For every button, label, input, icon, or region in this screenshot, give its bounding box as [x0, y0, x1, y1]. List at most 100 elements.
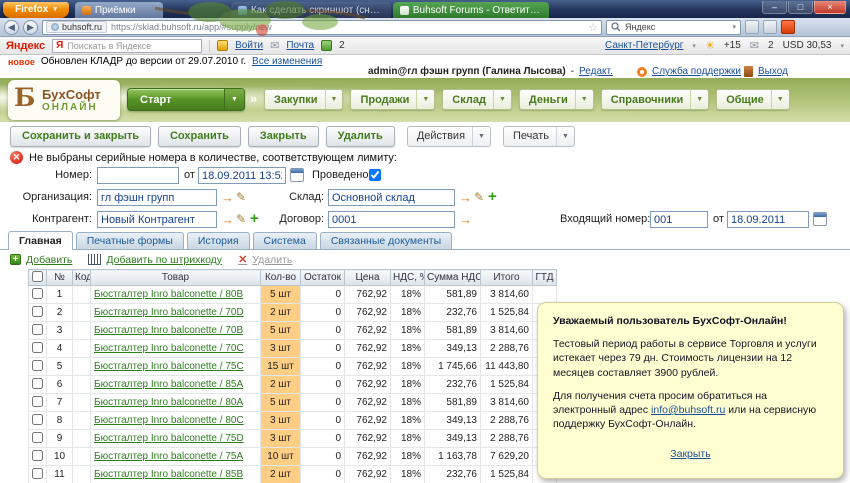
back-button[interactable]: ◀: [4, 20, 19, 35]
menu-item-money[interactable]: Деньги ▼: [519, 89, 594, 110]
row-qty[interactable]: 2 шт: [261, 376, 301, 394]
col-gtd[interactable]: ГТД: [533, 270, 557, 286]
row-select-cell[interactable]: [29, 304, 47, 322]
yandex-service-icon[interactable]: [321, 40, 332, 51]
save-button[interactable]: Сохранить: [158, 126, 241, 147]
product-link[interactable]: Бюстгалтер Inro balconette / 80B: [94, 289, 243, 300]
incoming-date-input[interactable]: [727, 211, 809, 228]
edit-account-link[interactable]: Редакт.: [579, 66, 613, 77]
menu-item-purchases[interactable]: Закупки ▼: [264, 89, 343, 110]
site-identity-button[interactable]: buhsoft.ru: [46, 21, 107, 33]
buhsoft-logo[interactable]: Б БухСофт ОНЛАЙН: [8, 80, 120, 120]
open-reference-icon[interactable]: →: [221, 189, 234, 206]
all-changes-link[interactable]: Все изменения: [252, 56, 322, 67]
minimize-button[interactable]: –: [762, 1, 787, 14]
add-icon[interactable]: +: [488, 187, 497, 206]
row-checkbox[interactable]: [32, 432, 43, 443]
open-reference-icon[interactable]: →: [459, 189, 472, 206]
close-notification-link[interactable]: Закрыть: [553, 447, 828, 461]
address-bar[interactable]: buhsoft.ru https://sklad.buhsoft.ru/app/…: [42, 20, 602, 35]
product-link[interactable]: Бюстгалтер Inro balconette / 70C: [94, 343, 244, 354]
tab-history[interactable]: История: [187, 232, 250, 249]
browser-tab-screenshot[interactable]: Как сделать скриншот (снимок экр...: [231, 2, 391, 18]
row-qty[interactable]: 15 шт: [261, 358, 301, 376]
col-price[interactable]: Цена: [345, 270, 391, 286]
maximize-button[interactable]: □: [788, 1, 813, 14]
product-link[interactable]: Бюстгалтер Inro balconette / 85B: [94, 469, 243, 480]
yandex-logo[interactable]: Яндекс: [6, 40, 45, 52]
close-button[interactable]: Закрыть: [248, 126, 319, 147]
print-dropdown[interactable]: Печать ▼: [503, 126, 575, 147]
bookmark-star-icon[interactable]: ☆: [588, 21, 598, 34]
menu-item-warehouse[interactable]: Склад ▼: [442, 89, 512, 110]
edit-icon[interactable]: ✎: [236, 189, 246, 206]
row-checkbox[interactable]: [32, 324, 43, 335]
row-select-cell[interactable]: [29, 466, 47, 483]
row-select-cell[interactable]: [29, 412, 47, 430]
row-checkbox[interactable]: [32, 306, 43, 317]
row-checkbox[interactable]: [32, 378, 43, 389]
firefox-menu-button[interactable]: Firefox ▾: [3, 2, 69, 18]
logout-link[interactable]: Выход: [758, 66, 788, 77]
product-link[interactable]: Бюстгалтер Inro balconette / 80A: [94, 397, 243, 408]
row-qty[interactable]: 3 шт: [261, 430, 301, 448]
menu-item-general[interactable]: Общие ▼: [716, 89, 789, 110]
product-link[interactable]: Бюстгалтер Inro balconette / 75A: [94, 451, 243, 462]
number-input[interactable]: [97, 167, 179, 184]
col-code[interactable]: Код: [73, 270, 91, 286]
row-select-cell[interactable]: [29, 430, 47, 448]
delete-button[interactable]: Удалить: [326, 126, 395, 147]
menu-item-directories[interactable]: Справочники ▼: [601, 89, 710, 110]
row-select-cell[interactable]: [29, 286, 47, 304]
city-link[interactable]: Санкт-Петербург: [605, 40, 683, 51]
row-checkbox[interactable]: [32, 414, 43, 425]
row-checkbox[interactable]: [32, 342, 43, 353]
row-qty[interactable]: 3 шт: [261, 340, 301, 358]
product-link[interactable]: Бюстгалтер Inro balconette / 85A: [94, 379, 243, 390]
tab-main[interactable]: Главная: [8, 231, 73, 250]
col-vat[interactable]: НДС, %: [391, 270, 425, 286]
support-link[interactable]: Служба поддержки: [652, 66, 741, 77]
menu-item-sales[interactable]: Продажи ▼: [350, 89, 435, 110]
calendar-icon[interactable]: [813, 212, 827, 226]
row-checkbox[interactable]: [32, 396, 43, 407]
login-link[interactable]: Войти: [235, 40, 263, 51]
start-menu-button[interactable]: Старт ▼: [127, 88, 245, 111]
row-checkbox[interactable]: [32, 450, 43, 461]
toolbar-extension-icon[interactable]: [745, 20, 759, 34]
col-number[interactable]: №: [47, 270, 73, 286]
forward-button[interactable]: ▶: [23, 20, 38, 35]
yandex-search-input[interactable]: Я Поискать в Яндексе: [52, 39, 202, 53]
row-qty[interactable]: 5 шт: [261, 286, 301, 304]
organization-input[interactable]: [97, 189, 217, 206]
row-select-cell[interactable]: [29, 340, 47, 358]
product-link[interactable]: Бюстгалтер Inro balconette / 80C: [94, 415, 244, 426]
open-reference-icon[interactable]: →: [221, 211, 234, 228]
currency-rate[interactable]: USD 30,53: [783, 40, 832, 51]
tab-system[interactable]: Система: [253, 232, 317, 249]
browser-tab-priemki[interactable]: Приёмки: [75, 2, 163, 18]
row-checkbox[interactable]: [32, 360, 43, 371]
row-qty[interactable]: 10 шт: [261, 448, 301, 466]
row-qty[interactable]: 5 шт: [261, 322, 301, 340]
add-row-button[interactable]: + Добавить: [10, 254, 72, 266]
row-qty[interactable]: 2 шт: [261, 466, 301, 483]
close-window-button[interactable]: ×: [814, 1, 846, 14]
add-by-barcode-button[interactable]: Добавить по штрихкоду: [88, 254, 222, 266]
delete-row-button[interactable]: ✕ Удалить: [238, 253, 292, 266]
search-box[interactable]: Яндекс ▾: [606, 20, 741, 35]
warehouse-input[interactable]: [328, 189, 455, 206]
email-link[interactable]: info@buhsoft.ru: [651, 404, 725, 416]
col-product[interactable]: Товар: [91, 270, 261, 286]
row-qty[interactable]: 3 шт: [261, 412, 301, 430]
date-input[interactable]: [198, 167, 286, 184]
calendar-icon[interactable]: [290, 168, 304, 182]
yandex-service-icon[interactable]: [217, 40, 228, 51]
row-select-cell[interactable]: [29, 358, 47, 376]
edit-icon[interactable]: ✎: [474, 189, 484, 206]
row-qty[interactable]: 2 шт: [261, 304, 301, 322]
product-link[interactable]: Бюстгалтер Inro balconette / 75C: [94, 361, 244, 372]
browser-tab-forums[interactable]: Buhsoft Forums - Ответить в теме: [393, 2, 549, 18]
conducted-checkbox[interactable]: [369, 169, 381, 181]
yandex-bookmarks-icon[interactable]: [781, 20, 795, 34]
